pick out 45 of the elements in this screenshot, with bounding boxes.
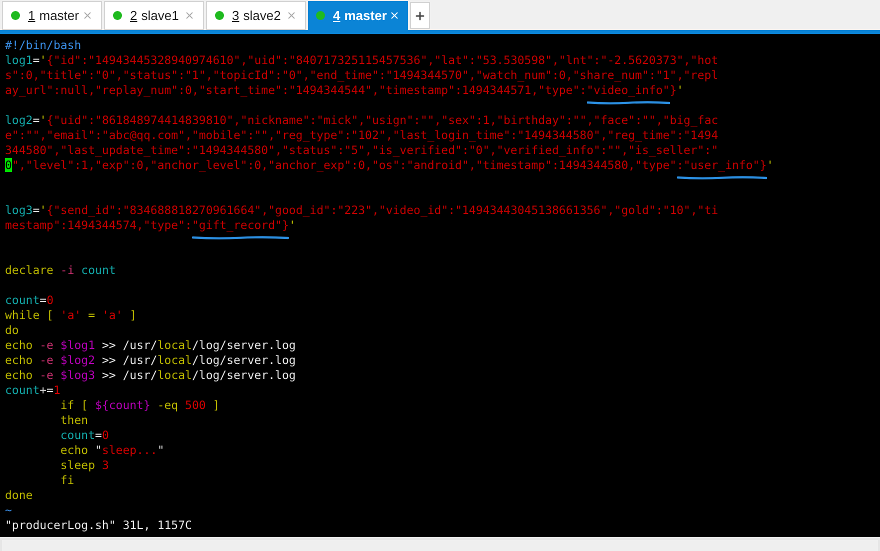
code-line: e":"","email":"abc@qq.com","mobile":"","reg_type":"102","last_login_time":"1494344580","reg_time":"1494 <box>5 128 718 142</box>
tab-number: 4 <box>333 6 340 25</box>
code-line: count=0 <box>5 293 54 307</box>
code-line: #!/bin/bash <box>5 38 82 52</box>
code-line: 0","level":1,"exp":0,"anchor_level":0,"anchor_exp":0,"os":"android","timestamp":1494344580,"type":"user_info"}' <box>5 158 774 172</box>
code-line: count=0 <box>59 428 109 442</box>
code-line: ay_url":null,"replay_num":0,"start_time":"1494344544","timestamp":1494344571,"type":"video_info"}' <box>5 83 684 97</box>
code-line: do <box>5 323 19 337</box>
session-tab[interactable]: 3 slave2 <box>206 1 306 30</box>
code-line: log3='{"send_id":"834688818270961664","good_id":"223","video_id":"14943443045138661356","gold":"10","ti <box>5 203 718 217</box>
close-icon[interactable] <box>82 10 93 21</box>
session-tab[interactable]: 2 slave1 <box>104 1 204 30</box>
code-line: declare -i count <box>5 263 116 277</box>
code-line: echo -e $log3 >> /usr/local/log/server.log <box>5 368 296 382</box>
code-line: s":0,"title":"0","status":"1","topicId":"0","end_time":"1494344570","watch_num":0,"share_num":"1","repl <box>5 68 718 82</box>
close-icon[interactable] <box>286 10 297 21</box>
code-line: done <box>5 488 33 502</box>
plus-icon <box>414 10 426 22</box>
code-line: then <box>59 413 88 427</box>
code-line: 344580","last_update_time":"1494344580","status":"5","is_verified":"0","verified_info":"","is_seller":" <box>5 143 718 157</box>
session-tab[interactable]: 1 master <box>2 1 102 30</box>
tab-label: master <box>39 6 80 25</box>
close-icon[interactable] <box>184 10 195 21</box>
code-line: if [ ${count} -eq 500 ] <box>59 398 220 412</box>
status-message: "producerLog.sh" 31L, 1157C <box>5 518 192 532</box>
code-line: echo -e $log2 >> /usr/local/log/server.log <box>5 353 296 367</box>
code-line: sleep 3 <box>59 458 109 472</box>
new-tab-button[interactable] <box>410 2 430 29</box>
code-line: log2='{"uid":"861848974414839810","nickname":"mick","usign":"","sex":1,"birthday":"","face":"","big_fac <box>5 113 718 127</box>
close-icon[interactable] <box>389 10 400 21</box>
tab-label: slave1 <box>141 6 180 25</box>
tab-number: 2 <box>130 6 138 25</box>
session-tab[interactable]: 4 master <box>308 1 408 30</box>
code-line: log1='{"id":"14943445328940974610","uid":"840717325115457536","lat":"53.530598","lnt":"-2.5620373","hot <box>5 53 718 67</box>
tab-label: master <box>344 6 388 25</box>
code-line: mestamp":1494344574,"type":"gift_record"}' <box>5 218 296 232</box>
code-line: echo "sleep..." <box>59 443 164 457</box>
code-line: echo -e $log1 >> /usr/local/log/server.log <box>5 338 296 352</box>
tab-number: 1 <box>28 6 36 25</box>
tab-label: slave2 <box>243 6 282 25</box>
code-line: fi <box>59 473 74 487</box>
code-line: while [ 'a' = 'a' ] <box>5 308 137 322</box>
tab-number: 3 <box>232 6 240 25</box>
code-line: count+=1 <box>5 383 60 397</box>
code-line: ~ <box>5 503 12 517</box>
